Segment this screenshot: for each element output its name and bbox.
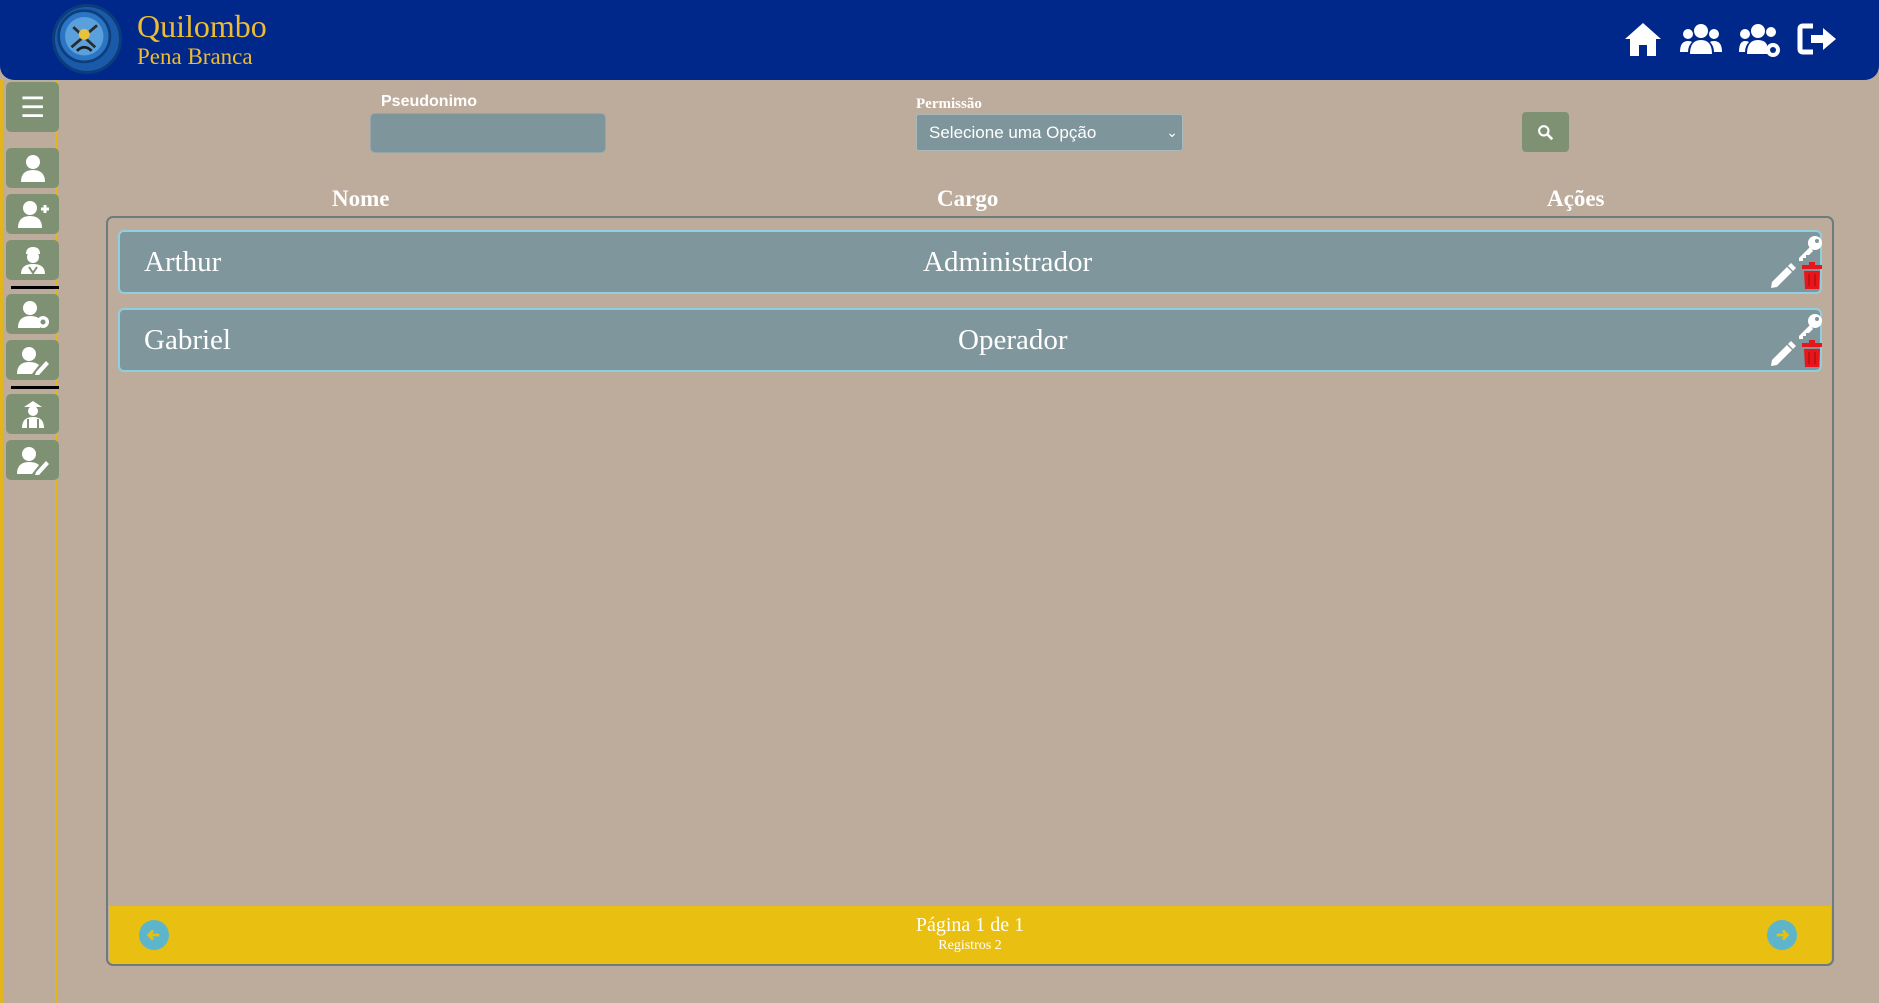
row-cargo: Administrador bbox=[923, 246, 1093, 278]
permissao-select[interactable]: Selecione uma Opção ⌄ bbox=[916, 114, 1183, 151]
sidebar: ☰ bbox=[0, 80, 59, 1003]
arrow-right-icon bbox=[1776, 929, 1790, 941]
search-icon bbox=[1538, 124, 1554, 140]
delete-trash-icon[interactable] bbox=[1798, 340, 1826, 368]
sidebar-item-profile[interactable] bbox=[6, 148, 59, 188]
key-icon[interactable] bbox=[1796, 234, 1824, 262]
brand-subtitle: Pena Branca bbox=[137, 44, 253, 69]
records-count: Registros 2 bbox=[938, 938, 1002, 953]
brand-title: Quilombo bbox=[137, 8, 267, 44]
permissao-label: Permissão bbox=[916, 96, 982, 112]
column-header-cargo: Cargo bbox=[937, 186, 999, 211]
sidebar-item-user-settings[interactable] bbox=[6, 294, 59, 334]
next-page-button[interactable] bbox=[1767, 920, 1797, 950]
sign-out-icon[interactable] bbox=[1797, 20, 1839, 58]
pseudonimo-input[interactable] bbox=[370, 113, 606, 153]
sidebar-item-add-user[interactable] bbox=[6, 194, 59, 234]
user-worker-icon bbox=[20, 247, 45, 275]
chevron-down-icon: ⌄ bbox=[1166, 124, 1178, 140]
row-nome: Arthur bbox=[144, 246, 222, 278]
pseudonimo-label: Pseudonimo bbox=[381, 93, 478, 110]
sidebar-item-user-edit-2[interactable] bbox=[6, 440, 59, 480]
table-row: Arthur Administrador bbox=[118, 230, 1822, 294]
logo-emblem-icon bbox=[57, 9, 112, 64]
permissao-selected-value: Selecione uma Opção bbox=[929, 123, 1097, 142]
sidebar-toggle-button[interactable]: ☰ bbox=[6, 82, 59, 132]
user-plus-icon bbox=[17, 201, 49, 228]
home-icon[interactable] bbox=[1622, 20, 1664, 58]
edit-pencil-icon[interactable] bbox=[1768, 340, 1796, 368]
edit-pencil-icon[interactable] bbox=[1768, 262, 1796, 290]
logo bbox=[52, 4, 122, 74]
top-header: Quilombo Pena Branca bbox=[0, 0, 1879, 80]
row-nome: Gabriel bbox=[144, 324, 231, 356]
column-header-nome: Nome bbox=[332, 186, 390, 211]
key-icon[interactable] bbox=[1796, 312, 1824, 340]
search-button[interactable] bbox=[1522, 112, 1569, 152]
hamburger-icon: ☰ bbox=[19, 90, 46, 124]
table-row: Gabriel Operador bbox=[118, 308, 1822, 372]
sidebar-divider bbox=[11, 286, 59, 289]
user-icon bbox=[20, 155, 45, 182]
row-cargo: Operador bbox=[958, 324, 1068, 356]
sidebar-item-worker[interactable] bbox=[6, 240, 59, 280]
capoeira-icon bbox=[21, 401, 44, 428]
page-indicator: Página 1 de 1 bbox=[915, 914, 1025, 936]
user-edit-icon bbox=[16, 447, 49, 475]
delete-trash-icon[interactable] bbox=[1798, 262, 1826, 290]
users-cog-icon[interactable] bbox=[1739, 20, 1781, 58]
sidebar-item-user-edit[interactable] bbox=[6, 340, 59, 380]
pagination-bar: Página 1 de 1 Registros 2 bbox=[109, 906, 1831, 964]
user-cog-icon bbox=[17, 301, 49, 328]
column-header-acoes: Ações bbox=[1547, 186, 1605, 211]
users-icon[interactable] bbox=[1680, 20, 1722, 58]
user-edit-icon bbox=[16, 347, 49, 375]
sidebar-divider bbox=[11, 386, 59, 389]
sidebar-item-capoeira[interactable] bbox=[6, 394, 59, 434]
users-table: Arthur Administrador Gabriel Operador Pá… bbox=[106, 216, 1834, 966]
